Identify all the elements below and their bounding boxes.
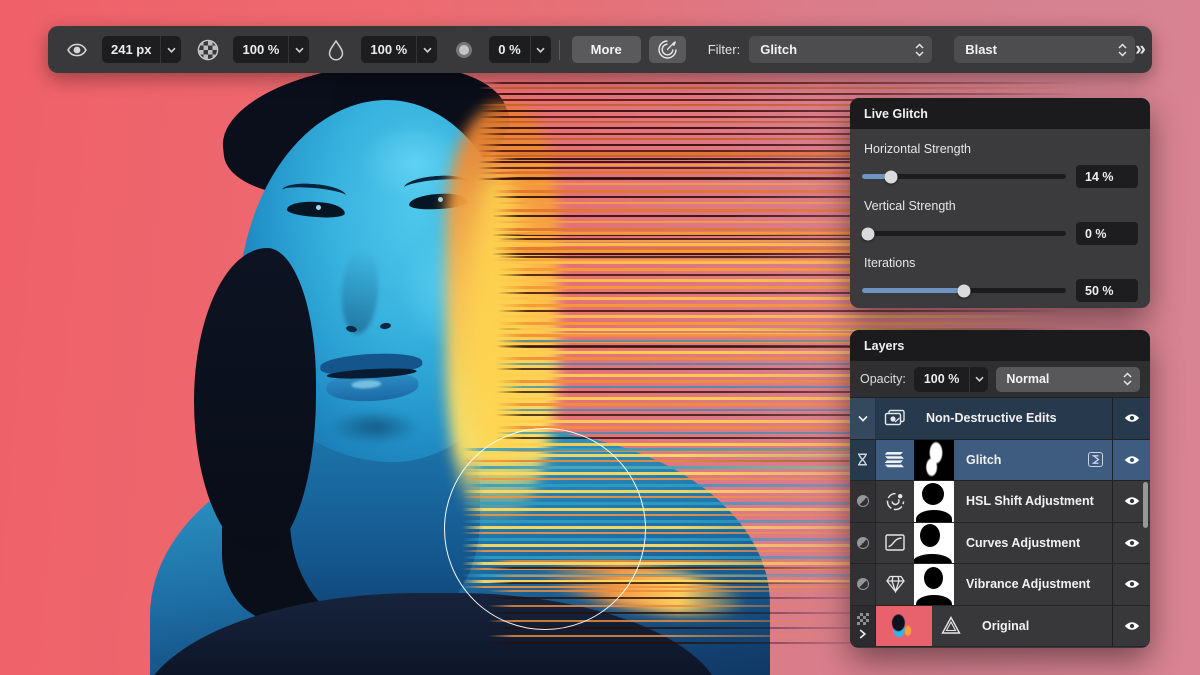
layer-row-curves-adjustment[interactable]: Curves Adjustment (850, 523, 1150, 565)
chevron-down-icon[interactable] (969, 367, 988, 392)
brush-width-field[interactable]: 241 px (102, 36, 181, 63)
layer-visibility-toggle[interactable] (1112, 523, 1150, 564)
context-toolbar: 241 px 100 % (48, 26, 1152, 73)
toolbar-overflow-button[interactable]: » (1135, 39, 1146, 61)
chevron-down-icon[interactable] (288, 36, 309, 63)
layers-scrollbar[interactable] (1143, 482, 1148, 528)
slider-thumb[interactable] (958, 284, 971, 297)
slider-label-horizontal-strength: Horizontal Strength (864, 142, 1136, 156)
eye-icon (1124, 621, 1140, 631)
group-icon (876, 398, 914, 439)
opacity-checker-icon (195, 37, 221, 63)
layer-name: Non-Destructive Edits (914, 398, 1112, 439)
vertical-strength-slider[interactable] (862, 231, 1066, 236)
eye-icon (1124, 496, 1140, 506)
flow-field[interactable]: 100 % (361, 36, 437, 63)
image-layer-triangle-icon (932, 606, 970, 647)
updown-chevron-icon (915, 43, 924, 57)
layers-panel: Layers Opacity: 100 % Normal (850, 330, 1150, 648)
eye-icon (1124, 413, 1140, 423)
portrait-right-eye-glint (438, 197, 443, 202)
slider-label-iterations: Iterations (864, 256, 1136, 270)
live-filter-hourglass-icon (850, 440, 876, 481)
hardness-soft-circle-icon (451, 37, 477, 63)
adjustment-dot-icon (857, 537, 869, 549)
vertical-strength-value[interactable]: 0 % (1076, 222, 1138, 245)
glitch-filter-icon (876, 440, 914, 481)
chevron-down-icon[interactable] (530, 36, 551, 63)
iterations-slider[interactable] (862, 288, 1066, 293)
opacity-field[interactable]: 100 % (233, 36, 309, 63)
iterations-value[interactable]: 50 % (1076, 279, 1138, 302)
updown-chevron-icon (1123, 372, 1132, 386)
curves-mask-thumbnail[interactable] (914, 523, 954, 564)
layer-row-non-destructive-edits[interactable]: Non-Destructive Edits (850, 398, 1150, 440)
filter-name-select[interactable]: Blast (954, 36, 1135, 63)
brush-width-icon (64, 37, 90, 63)
more-button[interactable]: More (572, 36, 641, 63)
portrait-chin-shadow (330, 410, 420, 444)
app-window: 241 px 100 % (0, 0, 1200, 675)
flow-droplet-icon (323, 37, 349, 63)
group-expand-toggle[interactable] (850, 398, 876, 439)
layer-visibility-toggle[interactable] (1112, 564, 1150, 605)
live-glitch-panel: Live Glitch Horizontal Strength 14 % Ver… (850, 98, 1150, 308)
original-layer-thumbnail[interactable] (876, 606, 932, 647)
chevron-right-icon[interactable] (859, 629, 866, 639)
eye-icon (1124, 538, 1140, 548)
slider-thumb[interactable] (862, 227, 875, 240)
layer-row-hsl-shift-adjustment[interactable]: HSL Shift Adjustment (850, 481, 1150, 523)
portrait-left-eye-glint (316, 205, 321, 210)
toolbar-separator (559, 40, 560, 60)
live-filter-badge-icon (1088, 452, 1103, 467)
chevron-down-icon[interactable] (160, 36, 181, 63)
vibrance-adjustment-icon (876, 564, 914, 605)
layer-name: Original (970, 606, 1112, 647)
layer-row-original[interactable]: Original (850, 606, 1150, 648)
layer-name: Glitch (954, 440, 1112, 481)
hsl-mask-thumbnail[interactable] (914, 481, 954, 522)
layer-visibility-toggle[interactable] (1112, 398, 1150, 439)
adjustment-dot-icon (857, 578, 869, 590)
live-glitch-panel-title: Live Glitch (850, 98, 1150, 129)
filter-label: Filter: (708, 42, 741, 57)
brush-circle-icon (657, 39, 678, 60)
layer-name: Vibrance Adjustment (954, 564, 1112, 605)
updown-chevron-icon (1118, 43, 1127, 57)
layer-name: HSL Shift Adjustment (954, 481, 1112, 522)
curves-adjustment-icon (876, 523, 914, 564)
brush-cursor (444, 428, 646, 630)
layers-opacity-field[interactable]: 100 % (914, 367, 988, 392)
hardness-field[interactable]: 0 % (489, 36, 550, 63)
layer-visibility-toggle[interactable] (1112, 440, 1150, 481)
blend-mode-select[interactable]: Normal (996, 367, 1140, 392)
layer-name: Curves Adjustment (954, 523, 1112, 564)
layer-visibility-toggle[interactable] (1112, 606, 1150, 647)
layers-panel-title: Layers (850, 330, 1150, 361)
layer-row-glitch[interactable]: Glitch (850, 440, 1150, 482)
slider-label-vertical-strength: Vertical Strength (864, 199, 1136, 213)
wet-edges-brush-button[interactable] (649, 36, 686, 63)
portrait-lips (320, 351, 424, 406)
horizontal-strength-value[interactable]: 14 % (1076, 165, 1138, 188)
eye-icon (1124, 579, 1140, 589)
hsl-adjustment-icon (876, 481, 914, 522)
adjustment-dot-icon (857, 495, 869, 507)
glitch-mask-thumbnail[interactable] (914, 440, 954, 481)
eye-icon (1124, 455, 1140, 465)
chevron-down-icon[interactable] (416, 36, 437, 63)
opacity-label: Opacity: (860, 372, 906, 386)
layer-row-vibrance-adjustment[interactable]: Vibrance Adjustment (850, 564, 1150, 606)
filter-category-select[interactable]: Glitch (749, 36, 932, 63)
vibrance-mask-thumbnail[interactable] (914, 564, 954, 605)
slider-thumb[interactable] (884, 170, 897, 183)
transparency-checker-icon (857, 613, 869, 625)
horizontal-strength-slider[interactable] (862, 174, 1066, 179)
